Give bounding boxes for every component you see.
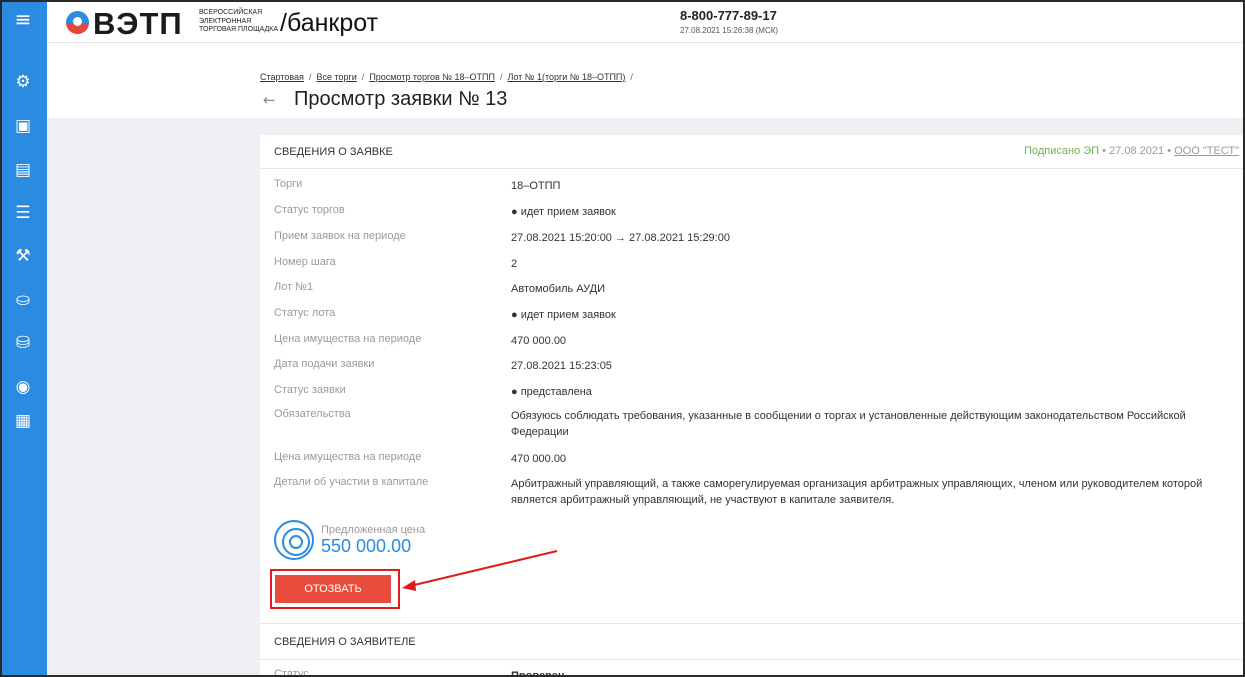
field-label: Детали об участии в капитале bbox=[274, 476, 429, 488]
application-status-badge: ● представлена bbox=[511, 386, 592, 398]
logo-subtitle-line: Всероссийская bbox=[199, 9, 263, 16]
field-value: Арбитражный управляющий, а также саморег… bbox=[511, 478, 1203, 506]
logo-subtitle-line: электронная bbox=[199, 17, 252, 25]
field-label: Дата подачи заявки bbox=[274, 358, 375, 370]
field-value: 27.08.2021 15:20:00 → 27.08.2021 15:29:0… bbox=[511, 232, 730, 244]
field-value: Обязуюсь соблюдать требования, указанные… bbox=[511, 410, 1186, 438]
breadcrumb-auction[interactable]: Просмотр торгов № 18–ОТПП bbox=[369, 72, 495, 82]
breadcrumb-separator: / bbox=[499, 72, 503, 82]
page-header-area bbox=[47, 43, 1243, 118]
divider bbox=[260, 659, 1243, 660]
document-icon[interactable]: ▣ bbox=[10, 113, 36, 139]
logo-subtitle-line: торговая площадка bbox=[199, 26, 279, 33]
breadcrumb-separator: / bbox=[361, 72, 365, 82]
divider bbox=[260, 168, 1243, 169]
signed-status: Подписано ЭП bbox=[1024, 145, 1100, 157]
page-title: Просмотр заявки № 13 bbox=[294, 88, 508, 110]
logo-icon[interactable] bbox=[66, 11, 89, 34]
application-section-title: СВЕДЕНИЯ О ЗАЯВКЕ bbox=[274, 146, 393, 158]
top-header: ВЭТП Всероссийская электронная торговая … bbox=[47, 2, 1243, 43]
settings-icon[interactable]: ⚙ bbox=[10, 69, 36, 95]
field-label: Цена имущества на периоде bbox=[274, 451, 422, 463]
field-value: 470 000.00 bbox=[511, 335, 567, 347]
list-icon[interactable]: ☰ bbox=[10, 200, 36, 226]
field-label: Цена имущества на периоде bbox=[274, 333, 422, 345]
withdraw-button[interactable]: ОТОЗВАТЬ bbox=[275, 575, 391, 603]
applicant-section-title: СВЕДЕНИЯ О ЗАЯВИТЕЛЕ bbox=[274, 636, 416, 648]
logo-subtitle: Всероссийская электронная торговая площа… bbox=[199, 9, 278, 35]
back-arrow-icon[interactable]: ← bbox=[263, 91, 276, 109]
field-label: Статус заявки bbox=[274, 384, 346, 396]
target-icon bbox=[274, 520, 314, 560]
breadcrumb-separator: / bbox=[630, 72, 633, 82]
divider bbox=[260, 623, 1243, 624]
logo-text[interactable]: ВЭТП bbox=[93, 6, 183, 42]
application-card: СВЕДЕНИЯ О ЗАЯВКЕ Подписано ЭП • 27.08.2… bbox=[260, 135, 1243, 677]
field-label: Прием заявок на периоде bbox=[274, 230, 406, 242]
support-phone[interactable]: 8-800-777-89-17 bbox=[680, 8, 777, 23]
auction-status-badge: ● идет прием заявок bbox=[511, 206, 616, 218]
gavel-icon[interactable]: ⚒ bbox=[10, 243, 36, 269]
breadcrumb: Стартовая / Все торги / Просмотр торгов № 18… bbox=[260, 72, 638, 82]
offered-price-value: 550 000.00 bbox=[321, 536, 412, 556]
field-label: Торги bbox=[274, 178, 303, 190]
field-value: 470 000.00 bbox=[511, 453, 567, 465]
hand-coin-icon[interactable]: ⛁ bbox=[10, 330, 36, 356]
field-label: Статус лота bbox=[274, 307, 336, 319]
field-value: 27.08.2021 15:23:05 bbox=[511, 360, 612, 372]
signed-date: 27.08.2021 bbox=[1109, 145, 1165, 157]
breadcrumb-home[interactable]: Стартовая bbox=[260, 72, 304, 82]
menu-icon[interactable]: ≡ bbox=[10, 6, 36, 32]
offered-price-label: Предложенная цена bbox=[321, 524, 426, 536]
sidebar: ≡ ⚙ ▣ ▤ ☰ ⚒ ⛀ ⛁ ◉ ▦ bbox=[2, 2, 47, 675]
lot-link[interactable]: Автомобиль АУДИ bbox=[511, 281, 1241, 297]
hand-icon[interactable]: ⛀ bbox=[10, 287, 36, 313]
breadcrumb-all-auctions[interactable]: Все торги bbox=[316, 72, 356, 82]
applicant-status: Проверен bbox=[511, 670, 565, 677]
field-label: Статус торгов bbox=[274, 204, 345, 216]
contact-card-icon[interactable]: ▦ bbox=[10, 408, 36, 434]
signed-org-link[interactable]: ООО "ТЕСТ" bbox=[1174, 145, 1239, 157]
lot-status-badge: ● идет прием заявок bbox=[511, 309, 616, 321]
field-label: Номер шага bbox=[274, 256, 336, 268]
auction-link[interactable]: 18–ОТПП bbox=[511, 178, 1241, 194]
field-label: Статус bbox=[274, 668, 309, 677]
signature-info: Подписано ЭП • 27.08.2021 • ООО "ТЕСТ" bbox=[1024, 145, 1239, 157]
section-name[interactable]: /банкрот bbox=[280, 9, 378, 38]
breadcrumb-lot[interactable]: Лот № 1(торги № 18–ОТПП) bbox=[507, 72, 625, 82]
field-label: Обязательства bbox=[274, 408, 351, 420]
moneybag-icon[interactable]: ◉ bbox=[10, 374, 36, 400]
scroll-icon[interactable]: ▤ bbox=[10, 157, 36, 183]
field-label: Лот №1 bbox=[274, 281, 314, 293]
server-datetime: 27.08.2021 15:26:38 (МСК) bbox=[680, 26, 779, 35]
field-value: 2 bbox=[511, 258, 518, 270]
app-window: ≡ ⚙ ▣ ▤ ☰ ⚒ ⛀ ⛁ ◉ ▦ ВЭТП Всероссийская э… bbox=[0, 0, 1245, 677]
breadcrumb-separator: / bbox=[308, 72, 312, 82]
